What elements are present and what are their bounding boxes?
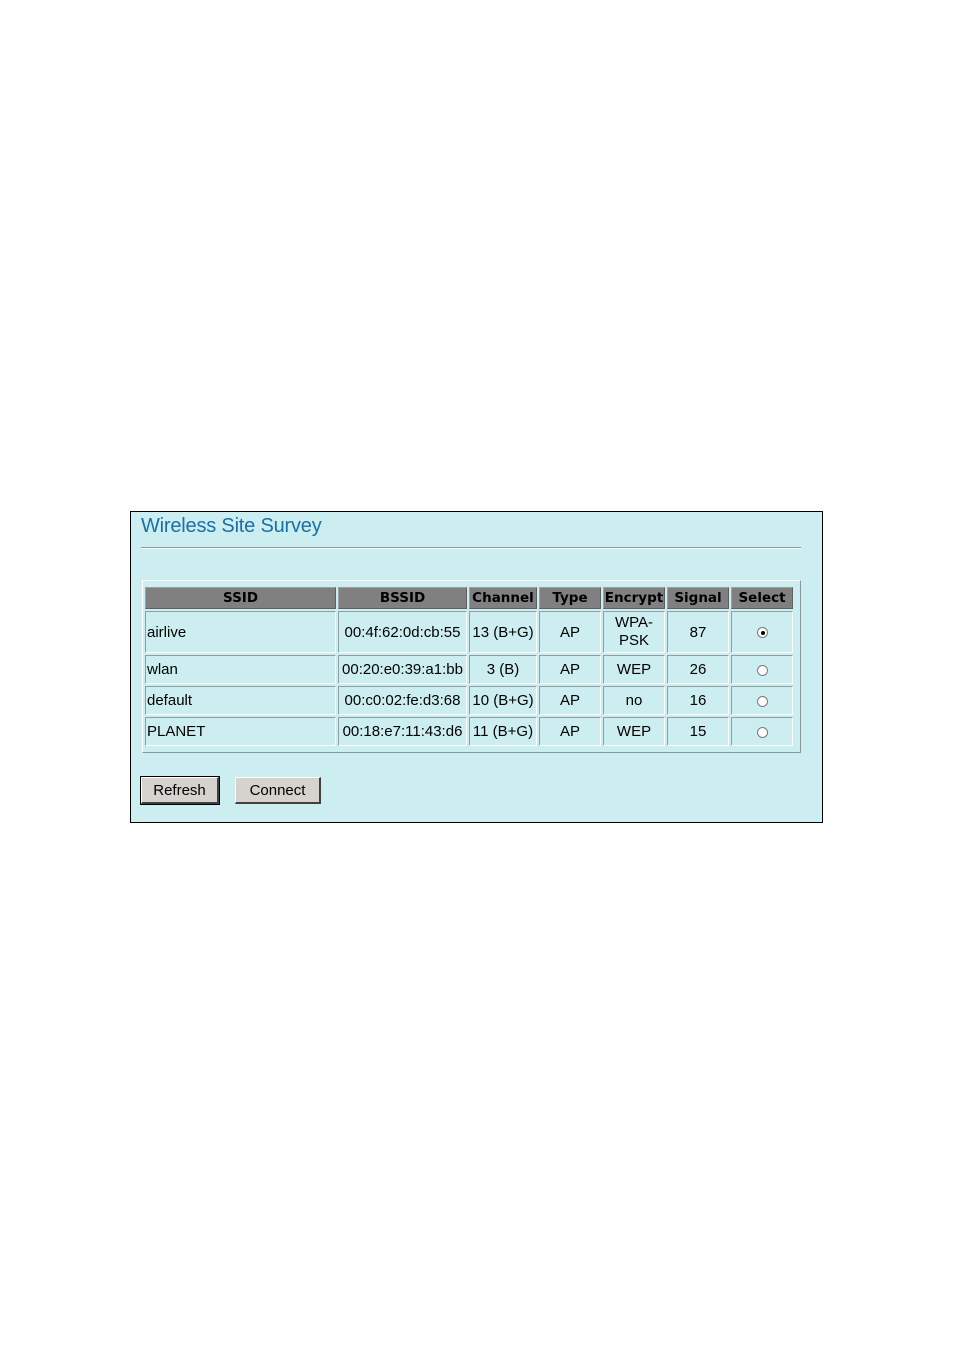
cell-type: AP [539, 655, 601, 684]
table-row[interactable]: airlive 00:4f:62:0d:cb:55 13 (B+G) AP WP… [145, 611, 793, 653]
cell-signal: 26 [667, 655, 729, 684]
header-select: Select [731, 587, 793, 609]
select-radio[interactable] [756, 664, 768, 676]
cell-bssid: 00:4f:62:0d:cb:55 [338, 611, 467, 653]
cell-encrypt: WEP [603, 655, 665, 684]
select-radio[interactable] [756, 726, 768, 738]
cell-type: AP [539, 611, 601, 653]
select-radio[interactable] [756, 627, 768, 639]
select-radio[interactable] [756, 695, 768, 707]
cell-channel: 3 (B) [469, 655, 537, 684]
header-bssid: BSSID [338, 587, 467, 609]
cell-encrypt: WEP [603, 717, 665, 746]
cell-bssid: 00:c0:02:fe:d3:68 [338, 686, 467, 715]
cell-signal: 15 [667, 717, 729, 746]
cell-channel: 10 (B+G) [469, 686, 537, 715]
site-survey-panel: Wireless Site Survey SSID BSSID Channel … [130, 511, 823, 823]
encrypt-line1: WPA- [614, 614, 654, 631]
header-channel: Channel [469, 587, 537, 609]
table-row[interactable]: default 00:c0:02:fe:d3:68 10 (B+G) AP no… [145, 686, 793, 715]
page-title: Wireless Site Survey [141, 515, 322, 537]
cell-select [731, 655, 793, 684]
cell-bssid: 00:20:e0:39:a1:bb [338, 655, 467, 684]
cell-encrypt: WPA- PSK [603, 611, 665, 653]
cell-signal: 16 [667, 686, 729, 715]
cell-select [731, 611, 793, 653]
cell-select [731, 686, 793, 715]
table-row[interactable]: PLANET 00:18:e7:11:43:d6 11 (B+G) AP WEP… [145, 717, 793, 746]
cell-select [731, 717, 793, 746]
cell-signal: 87 [667, 611, 729, 653]
title-divider [141, 547, 801, 549]
table-row[interactable]: wlan 00:20:e0:39:a1:bb 3 (B) AP WEP 26 [145, 655, 793, 684]
header-ssid: SSID [145, 587, 336, 609]
cell-channel: 13 (B+G) [469, 611, 537, 653]
cell-encrypt: no [603, 686, 665, 715]
cell-ssid: wlan [145, 655, 336, 684]
encrypt-line2: PSK [618, 632, 649, 649]
site-survey-table: SSID BSSID Channel Type Encrypt Signal S… [143, 585, 795, 748]
cell-ssid: default [145, 686, 336, 715]
cell-type: AP [539, 686, 601, 715]
header-type: Type [539, 587, 601, 609]
cell-bssid: 00:18:e7:11:43:d6 [338, 717, 467, 746]
header-signal: Signal [667, 587, 729, 609]
refresh-button[interactable]: Refresh [140, 776, 220, 805]
site-survey-table-container: SSID BSSID Channel Type Encrypt Signal S… [142, 580, 801, 753]
header-encrypt: Encrypt [603, 587, 665, 609]
cell-ssid: airlive [145, 611, 336, 653]
cell-ssid: PLANET [145, 717, 336, 746]
table-header-row: SSID BSSID Channel Type Encrypt Signal S… [145, 587, 793, 609]
cell-channel: 11 (B+G) [469, 717, 537, 746]
connect-button[interactable]: Connect [235, 777, 321, 804]
cell-type: AP [539, 717, 601, 746]
